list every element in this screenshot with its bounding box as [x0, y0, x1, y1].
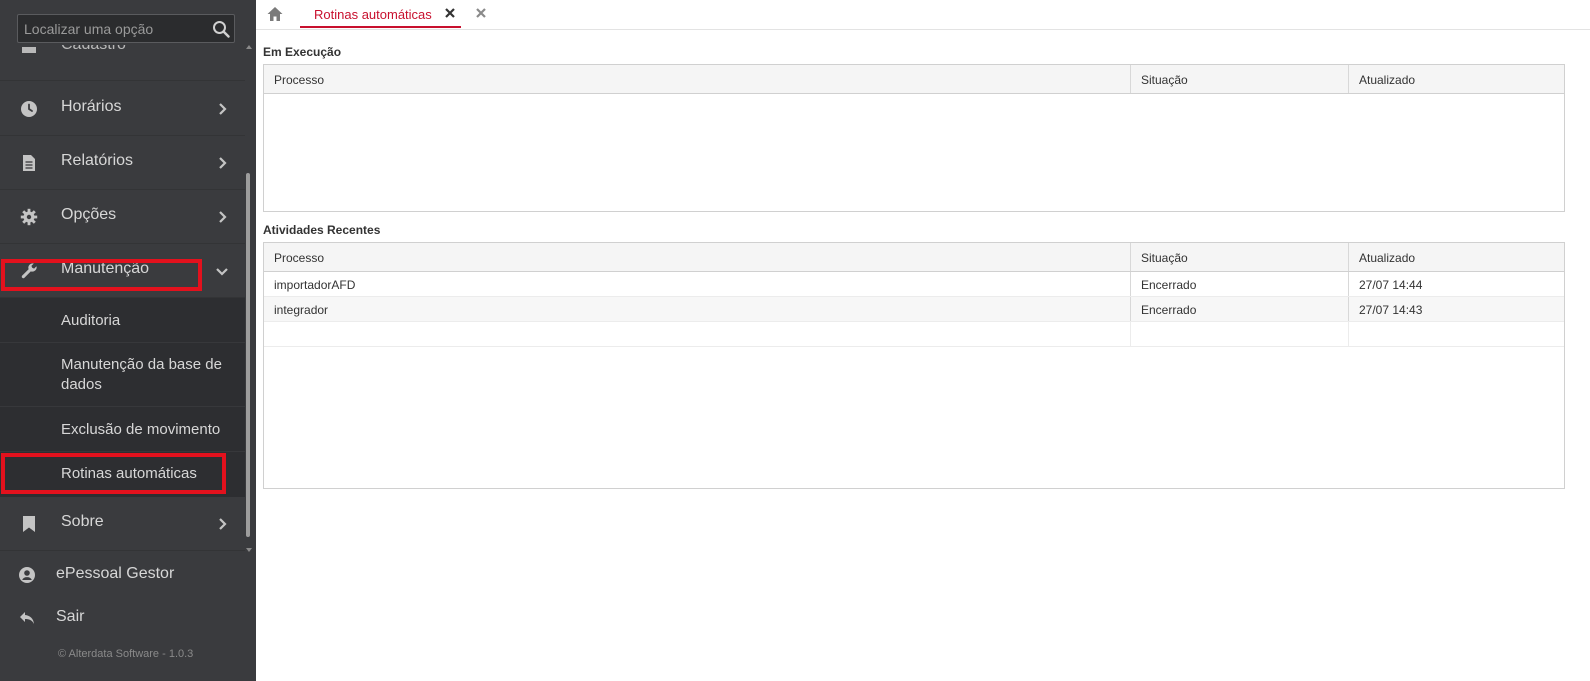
- column-header-situacao[interactable]: Situação: [1130, 65, 1348, 93]
- submenu-item-label: Rotinas automáticas: [61, 465, 197, 482]
- recent-table: Processo Situação Atualizado importadorA…: [263, 242, 1565, 489]
- user-name: ePessoal Gestor: [56, 565, 175, 582]
- home-icon[interactable]: [266, 5, 284, 23]
- main-content: Rotinas automáticas Em Execução Processo…: [256, 0, 1590, 681]
- cell-atualizado: 27/07 14:43: [1348, 297, 1564, 321]
- user-icon: [19, 567, 35, 583]
- sidebar-item-relatorios[interactable]: Relatórios: [0, 136, 245, 190]
- scroll-down-icon[interactable]: [246, 548, 252, 552]
- scrollbar-thumb[interactable]: [246, 173, 250, 537]
- cell-empty: [1348, 322, 1564, 346]
- app-window: Cadastro Horários Relatórios: [0, 0, 1590, 681]
- table-header: Processo Situação Atualizado: [264, 243, 1564, 272]
- sidebar-item-label: Manutenção: [61, 260, 150, 277]
- column-header-processo[interactable]: Processo: [264, 243, 1130, 271]
- submenu-item-label: Exclusão de movimento: [61, 421, 221, 438]
- scroll-up-icon[interactable]: [246, 45, 252, 49]
- search-icon[interactable]: [212, 20, 230, 38]
- section-title-running: Em Execução: [263, 45, 342, 59]
- column-header-atualizado[interactable]: Atualizado: [1348, 65, 1564, 93]
- cell-processo: importadorAFD: [274, 278, 356, 292]
- table-header: Processo Situação Atualizado: [264, 65, 1564, 94]
- submenu-item-exclusao-movimento[interactable]: Exclusão de movimento: [0, 407, 245, 452]
- submenu-item-auditoria[interactable]: Auditoria: [0, 298, 245, 343]
- sidebar-item-sobre[interactable]: Sobre: [0, 497, 245, 551]
- chevron-right-icon: [219, 157, 227, 169]
- chevron-down-icon: [216, 268, 228, 276]
- column-header-processo[interactable]: Processo: [264, 65, 1130, 93]
- cell-atualizado: 27/07 14:44: [1348, 272, 1564, 296]
- table-row[interactable]: importadorAFD Encerrado 27/07 14:44: [264, 272, 1564, 297]
- sidebar-item-opcoes[interactable]: Opções: [0, 190, 245, 244]
- folder-icon: [22, 47, 36, 53]
- cell-situacao: Encerrado: [1130, 297, 1348, 321]
- column-header-situacao[interactable]: Situação: [1130, 243, 1348, 271]
- table-row[interactable]: integrador Encerrado 27/07 14:43: [264, 297, 1564, 322]
- cell-processo: integrador: [274, 303, 329, 317]
- submenu-item-label: Auditoria: [61, 312, 121, 329]
- sidebar-item-manutencao[interactable]: Manutenção: [0, 244, 245, 298]
- user-profile-item[interactable]: ePessoal Gestor: [0, 555, 245, 595]
- sidebar-item-label: Sobre: [61, 513, 104, 530]
- running-table: Processo Situação Atualizado: [263, 64, 1565, 212]
- submenu-item-rotinas-automaticas[interactable]: Rotinas automáticas: [0, 452, 245, 497]
- cell-situacao: Encerrado: [1130, 272, 1348, 296]
- copyright-text: © Alterdata Software - 1.0.3: [58, 648, 194, 660]
- tab-bar: Rotinas automáticas: [256, 0, 1590, 30]
- submenu-item-label: Manutenção da base de dados: [61, 356, 222, 393]
- submenu-manutencao: Auditoria Manutenção da base de dados Ex…: [0, 298, 245, 497]
- sidebar-scrollbar[interactable]: [245, 45, 253, 552]
- gear-icon: [20, 208, 38, 226]
- sidebar-item-horarios[interactable]: Horários: [0, 82, 245, 136]
- bookmark-icon: [23, 516, 35, 532]
- section-title-recent: Atividades Recentes: [263, 223, 381, 237]
- clock-icon: [21, 101, 37, 117]
- document-icon: [23, 155, 35, 171]
- table-row-empty: [264, 322, 1564, 347]
- sidebar-item-label: Opções: [61, 206, 117, 223]
- tab-label: Rotinas automáticas: [314, 7, 432, 22]
- chevron-right-icon: [219, 518, 227, 530]
- cell-empty: [264, 322, 1130, 346]
- cell-empty: [1130, 322, 1348, 346]
- wrench-icon: [21, 263, 37, 279]
- close-icon[interactable]: [444, 7, 456, 19]
- close-all-tabs-icon[interactable]: [475, 7, 487, 19]
- submenu-item-manutencao-base[interactable]: Manutenção da base de dados: [0, 343, 245, 407]
- chevron-right-icon: [219, 211, 227, 223]
- tab-rotinas-automaticas[interactable]: Rotinas automáticas: [300, 0, 461, 28]
- sidebar-item-label: Relatórios: [61, 152, 134, 169]
- chevron-right-icon: [219, 103, 227, 115]
- sidebar-item-label: Cadastro: [61, 45, 126, 54]
- search-box[interactable]: [17, 14, 235, 43]
- sidebar-item-label: Horários: [61, 98, 122, 115]
- logout-item[interactable]: Sair: [0, 598, 245, 638]
- logout-icon: [20, 612, 34, 624]
- sidebar: Cadastro Horários Relatórios: [0, 0, 256, 681]
- logout-label: Sair: [56, 608, 85, 625]
- sidebar-item-cadastro[interactable]: Cadastro: [0, 45, 245, 81]
- search-input[interactable]: [18, 15, 208, 42]
- column-header-atualizado[interactable]: Atualizado: [1348, 243, 1564, 271]
